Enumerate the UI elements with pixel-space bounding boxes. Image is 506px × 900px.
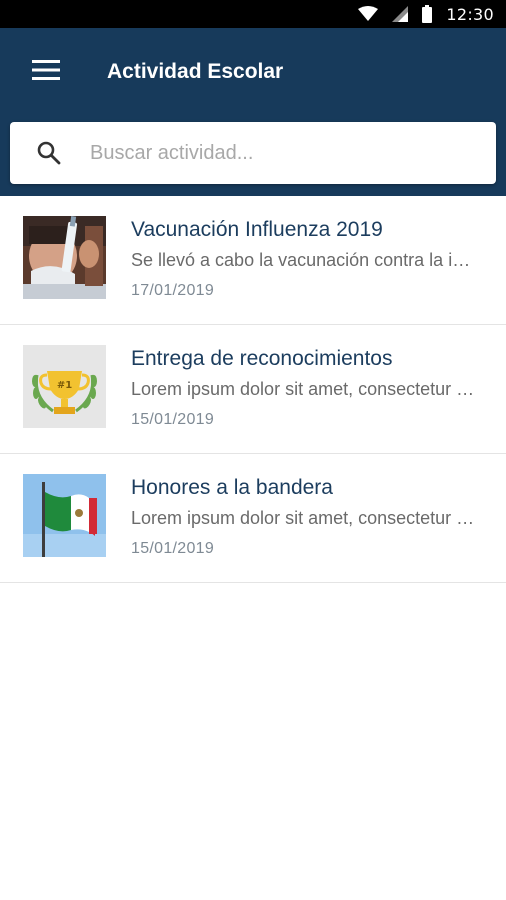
vaccination-photo — [23, 216, 106, 299]
activity-title: Entrega de reconocimientos — [131, 347, 393, 370]
search-icon — [36, 140, 62, 166]
list-item[interactable]: #1 Entrega de reconocimientos Lorem ipsu… — [0, 325, 506, 454]
trophy-icon: #1 — [23, 345, 106, 428]
activity-description: Lorem ipsum dolor sit amet, consectetur … — [131, 379, 479, 399]
activity-date: 15/01/2019 — [131, 411, 215, 428]
activity-list: Vacunación Influenza 2019 Se llevó a cab… — [0, 196, 506, 583]
wifi-icon — [358, 6, 379, 22]
status-bar: 12:30 — [0, 0, 506, 28]
search-input[interactable] — [90, 132, 480, 174]
signal-icon — [392, 6, 409, 22]
menu-button[interactable] — [20, 48, 72, 96]
page-title: Actividad Escolar — [107, 60, 284, 83]
battery-icon — [422, 5, 433, 23]
list-item[interactable]: Honores a la bandera Lorem ipsum dolor s… — [0, 454, 506, 583]
activity-description: Se llevó a cabo la vacunación contra la … — [131, 250, 479, 270]
status-time: 12:30 — [446, 4, 494, 24]
activity-description: Lorem ipsum dolor sit amet, consectetur … — [131, 508, 479, 528]
activity-date: 17/01/2019 — [131, 282, 215, 299]
list-item[interactable]: Vacunación Influenza 2019 Se llevó a cab… — [0, 196, 506, 325]
activity-title: Honores a la bandera — [131, 476, 333, 499]
activity-title: Vacunación Influenza 2019 — [131, 218, 383, 241]
activity-date: 15/01/2019 — [131, 540, 215, 557]
search-box[interactable] — [10, 122, 496, 184]
svg-text:#1: #1 — [57, 380, 72, 391]
hamburger-menu-icon — [32, 59, 60, 85]
mexican-flag-photo — [23, 474, 106, 557]
